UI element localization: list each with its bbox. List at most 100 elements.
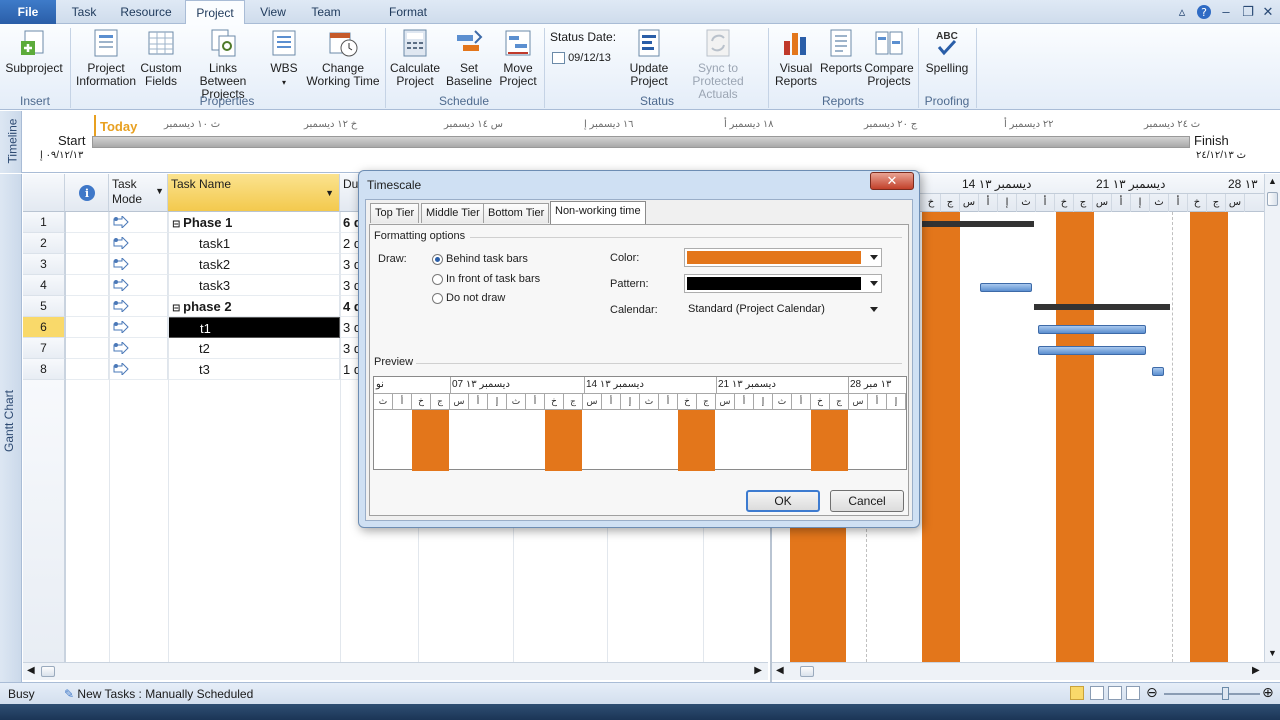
task-mode-cell[interactable] xyxy=(109,317,168,338)
task-name-cell[interactable]: task1 xyxy=(168,233,340,254)
view-task-usage-icon[interactable] xyxy=(1090,686,1104,700)
status-date-field[interactable]: 09/12/13 xyxy=(552,52,622,68)
tab-middle-tier[interactable]: Middle Tier xyxy=(421,203,485,223)
scroll-thumb[interactable] xyxy=(800,666,814,677)
scroll-right-icon[interactable]: ▶ xyxy=(1252,665,1260,676)
reports-button[interactable]: Reports xyxy=(820,27,862,75)
links-between-projects-button[interactable]: Links Between Projects xyxy=(184,27,262,101)
tab-top-tier[interactable]: Top Tier xyxy=(370,203,420,223)
scroll-left-icon[interactable]: ◀ xyxy=(27,665,35,676)
tab-view[interactable]: View xyxy=(252,0,294,24)
collapse-icon[interactable]: ⊟ xyxy=(172,303,183,314)
scroll-right-icon[interactable]: ▶ xyxy=(754,665,762,676)
radio-do-not-draw[interactable] xyxy=(432,293,443,304)
zoom-in-icon[interactable]: ⊕ xyxy=(1262,684,1274,701)
row-number[interactable]: 6 xyxy=(23,317,65,338)
subproject-button[interactable]: Subproject xyxy=(4,27,64,75)
indicator-cell[interactable] xyxy=(65,233,109,254)
timeline-bar[interactable] xyxy=(92,136,1190,148)
task-mode-cell[interactable] xyxy=(109,212,168,233)
set-baseline-button[interactable]: Set Baseline xyxy=(442,27,496,88)
ok-button[interactable]: OK xyxy=(746,490,820,512)
task-mode-header[interactable]: Task Mode ▼ xyxy=(109,174,168,212)
radio-behind-task-bars[interactable] xyxy=(432,254,443,265)
minimize-ribbon-icon[interactable]: ▵ xyxy=(1174,4,1190,20)
dialog-close-button[interactable]: ✕ xyxy=(870,172,914,190)
task-mode-cell[interactable] xyxy=(109,296,168,317)
task-name-cell[interactable]: ⊟ Phase 1 xyxy=(168,212,340,233)
tab-project[interactable]: Project xyxy=(185,0,245,25)
tab-task[interactable]: Task xyxy=(62,0,106,24)
pattern-select[interactable] xyxy=(684,274,882,293)
scroll-left-icon[interactable]: ◀ xyxy=(776,665,784,676)
task-mode-cell[interactable] xyxy=(109,359,168,380)
update-project-button[interactable]: Update Project xyxy=(626,27,672,88)
task-name-cell[interactable]: t2 xyxy=(168,338,340,359)
gantt-task-bar[interactable] xyxy=(1152,367,1164,376)
tab-team[interactable]: Team xyxy=(304,0,348,24)
cancel-button[interactable]: Cancel xyxy=(830,490,904,512)
task-name-filter-icon[interactable]: ▼ xyxy=(325,186,334,201)
task-mode-cell[interactable] xyxy=(109,338,168,359)
visual-reports-button[interactable]: Visual Reports xyxy=(772,27,820,88)
wbs-button[interactable]: WBS ▾ xyxy=(266,27,302,89)
indicator-cell[interactable] xyxy=(65,254,109,275)
in-front-of-task-bars-label[interactable]: In front of task bars xyxy=(446,273,540,285)
spelling-button[interactable]: ABC Spelling xyxy=(922,27,972,75)
calendar-select[interactable]: Standard (Project Calendar) xyxy=(684,300,882,319)
gantt-side-panel[interactable]: Gantt Chart xyxy=(0,174,22,682)
compare-projects-button[interactable]: Compare Projects xyxy=(864,27,914,88)
row-number[interactable]: 4 xyxy=(23,275,65,296)
gantt-vscrollbar[interactable]: ▲ ▼ xyxy=(1264,174,1280,662)
task-mode-cell[interactable] xyxy=(109,275,168,296)
row-number[interactable]: 1 xyxy=(23,212,65,233)
row-number[interactable]: 3 xyxy=(23,254,65,275)
view-gantt-icon[interactable] xyxy=(1070,686,1084,700)
gantt-task-bar[interactable] xyxy=(1038,346,1146,355)
window-restore-icon[interactable]: ❐ xyxy=(1240,4,1256,20)
scroll-down-icon[interactable]: ▼ xyxy=(1268,648,1277,658)
task-mode-filter-icon[interactable]: ▼ xyxy=(155,184,164,199)
window-close-icon[interactable]: ✕ xyxy=(1260,4,1276,20)
row-number[interactable]: 8 xyxy=(23,359,65,380)
indicator-cell[interactable] xyxy=(65,212,109,233)
task-name-cell[interactable]: task2 xyxy=(168,254,340,275)
task-name-cell[interactable]: t1 xyxy=(168,317,340,338)
tab-non-working-time[interactable]: Non-working time xyxy=(550,201,646,224)
gantt-task-bar[interactable] xyxy=(980,283,1032,292)
indicator-cell[interactable] xyxy=(65,338,109,359)
new-tasks-mode[interactable]: ✎ New Tasks : Manually Scheduled xyxy=(64,687,253,701)
task-name-cell[interactable]: ⊟ phase 2 xyxy=(168,296,340,317)
task-mode-cell[interactable] xyxy=(109,254,168,275)
zoom-out-icon[interactable]: ⊖ xyxy=(1146,684,1158,701)
task-name-cell[interactable]: t3 xyxy=(168,359,340,380)
move-project-button[interactable]: Move Project xyxy=(496,27,540,88)
zoom-slider-thumb[interactable] xyxy=(1222,687,1229,700)
task-mode-cell[interactable] xyxy=(109,233,168,254)
calculate-project-button[interactable]: Calculate Project xyxy=(388,27,442,88)
help-icon[interactable]: ? xyxy=(1196,4,1212,20)
indicators-header[interactable]: i xyxy=(65,174,109,212)
row-number[interactable]: 7 xyxy=(23,338,65,359)
project-information-button[interactable]: Project Information xyxy=(74,27,138,88)
table-hscrollbar[interactable]: ◀ ▶ xyxy=(23,662,768,680)
scroll-thumb[interactable] xyxy=(1267,192,1278,206)
change-working-time-button[interactable]: Change Working Time xyxy=(306,27,380,88)
indicator-cell[interactable] xyxy=(65,317,109,338)
window-minimize-icon[interactable]: – xyxy=(1218,4,1234,20)
timeline-side-panel[interactable]: Timeline xyxy=(0,111,22,173)
radio-in-front-of-task-bars[interactable] xyxy=(432,274,443,285)
tab-bottom-tier[interactable]: Bottom Tier xyxy=(483,203,550,223)
indicator-cell[interactable] xyxy=(65,296,109,317)
gantt-hscrollbar[interactable]: ◀ ▶ xyxy=(772,662,1280,680)
task-name-header[interactable]: Task Name ▼ xyxy=(168,174,340,212)
tab-format[interactable]: Format xyxy=(376,0,440,24)
collapse-icon[interactable]: ⊟ xyxy=(172,219,183,230)
scroll-thumb[interactable] xyxy=(41,666,55,677)
gantt-summary-bar[interactable] xyxy=(922,221,1034,227)
tab-file[interactable]: File xyxy=(0,0,56,24)
custom-fields-button[interactable]: Custom Fields xyxy=(140,27,182,88)
select-all-header[interactable] xyxy=(23,174,65,212)
indicator-cell[interactable] xyxy=(65,359,109,380)
view-resource-sheet-icon[interactable] xyxy=(1126,686,1140,700)
